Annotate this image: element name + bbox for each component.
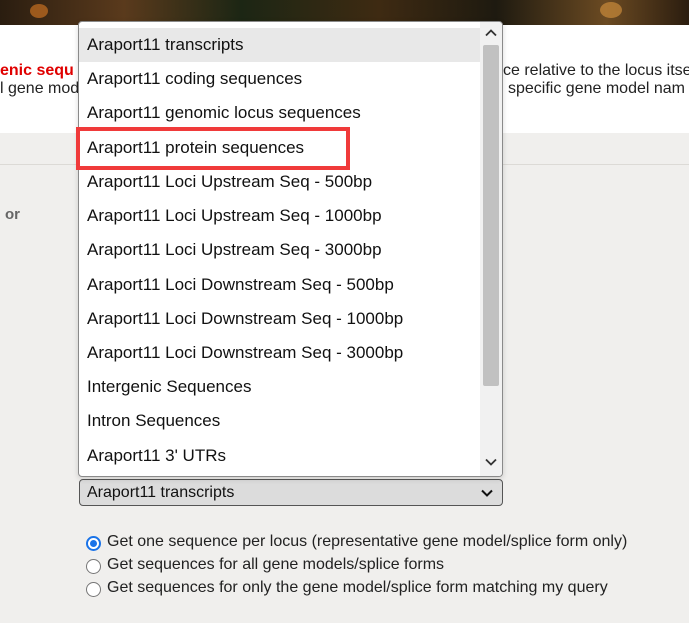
dropdown-option-3-utrs[interactable]: Araport11 3' UTRs (79, 439, 480, 473)
radio-label: Get sequences for only the gene model/sp… (107, 579, 608, 596)
radio-label: Get sequences for all gene models/splice… (107, 556, 445, 573)
intro-red-text: enic sequ (0, 62, 74, 79)
banner-decoration (30, 4, 48, 18)
scrollbar-thumb[interactable] (483, 45, 499, 386)
dropdown-option-intron-sequences[interactable]: Intron Sequences (79, 404, 480, 438)
dropdown-option-upstream-1000bp[interactable]: Araport11 Loci Upstream Seq - 1000bp (79, 199, 480, 233)
scroll-down-arrow-icon[interactable] (484, 455, 498, 469)
radio-button[interactable] (86, 559, 101, 574)
dataset-dropdown-list[interactable]: Araport11 transcripts Araport11 coding s… (78, 21, 503, 477)
intro-line-1-right: ce relative to the locus itse (503, 62, 689, 79)
radio-button[interactable] (86, 582, 101, 597)
dataset-select[interactable]: Araport11 transcripts (79, 479, 503, 506)
dropdown-option-downstream-500bp[interactable]: Araport11 Loci Downstream Seq - 500bp (79, 268, 480, 302)
radio-button-checked[interactable] (86, 536, 101, 551)
dropdown-option-downstream-3000bp[interactable]: Araport11 Loci Downstream Seq - 3000bp (79, 336, 480, 370)
or-label: or (5, 206, 20, 223)
dropdown-option-upstream-3000bp[interactable]: Araport11 Loci Upstream Seq - 3000bp (79, 233, 480, 267)
scroll-up-arrow-icon[interactable] (484, 26, 498, 40)
dropdown-option-intergenic-sequences[interactable]: Intergenic Sequences (79, 370, 480, 404)
dropdown-option-transcripts[interactable]: Araport11 transcripts (79, 28, 480, 62)
intro-line-2-left: l gene mod (0, 80, 80, 97)
radio-label: Get one sequence per locus (representati… (107, 533, 628, 550)
dropdown-option-upstream-500bp[interactable]: Araport11 Loci Upstream Seq - 500bp (79, 165, 480, 199)
dropdown-option-downstream-1000bp[interactable]: Araport11 Loci Downstream Seq - 1000bp (79, 302, 480, 336)
chevron-down-icon (481, 489, 493, 497)
intro-line-1-left: enic sequ (0, 62, 74, 80)
dropdown-option-protein-sequences[interactable]: Araport11 protein sequences (79, 131, 480, 165)
dropdown-option-coding-sequences[interactable]: Araport11 coding sequences (79, 62, 480, 96)
intro-line-2-right: specific gene model nam (508, 80, 685, 97)
banner-decoration (600, 2, 622, 18)
dropdown-option-genomic-locus-sequences[interactable]: Araport11 genomic locus sequences (79, 96, 480, 130)
dataset-select-value: Araport11 transcripts (87, 484, 235, 501)
dropdown-scrollbar[interactable] (480, 22, 502, 476)
